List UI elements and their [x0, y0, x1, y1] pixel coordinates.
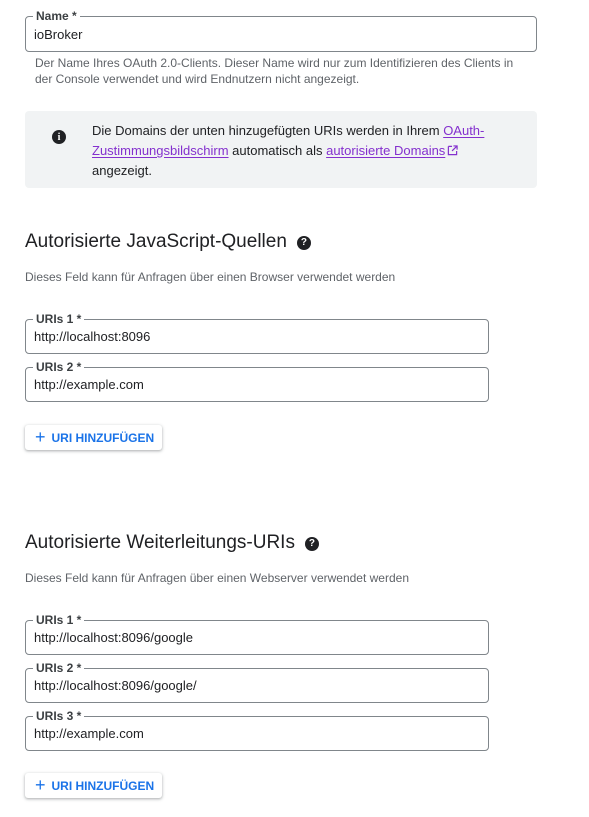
js-origins-title: Autorisierte JavaScript-Quellen?: [25, 230, 311, 254]
add-js-uri-label: URI HINZUFÜGEN: [51, 430, 155, 445]
plus-icon: +: [35, 427, 46, 447]
add-redirect-uri-label: URI HINZUFÜGEN: [51, 778, 155, 793]
js-uri-input-2[interactable]: [34, 368, 450, 401]
info-text-after: angezeigt.: [92, 163, 152, 178]
plus-icon: +: [35, 775, 46, 795]
redirect-uris-title-text: Autorisierte Weiterleitungs-URIs: [25, 532, 295, 553]
redirect-uri-input-1[interactable]: [34, 621, 450, 654]
redirect-uris-title: Autorisierte Weiterleitungs-URIs?: [25, 531, 319, 555]
external-link-icon: [448, 145, 458, 156]
authorized-domains-link[interactable]: autorisierte Domains: [326, 143, 458, 158]
info-text-before: Die Domains der unten hinzugefügten URIs…: [92, 123, 444, 138]
name-hint: Der Name Ihres OAuth 2.0-Clients. Dieser…: [35, 56, 514, 86]
help-icon[interactable]: ?: [296, 236, 311, 250]
add-js-uri-button[interactable]: + URI HINZUFÜGEN: [25, 425, 163, 450]
redirect-uri-field-3[interactable]: URIs 3 *: [25, 709, 489, 751]
redirect-uri-field-1[interactable]: URIs 1 *: [25, 613, 489, 655]
redirect-uri-input-2[interactable]: [34, 669, 450, 702]
redirect-uri-field-2[interactable]: URIs 2 *: [25, 661, 489, 703]
js-origins-description: Dieses Feld kann für Anfragen über einen…: [25, 270, 396, 284]
add-redirect-uri-button[interactable]: + URI HINZUFÜGEN: [25, 773, 163, 798]
redirect-uris-description: Dieses Feld kann für Anfragen über einen…: [25, 571, 409, 585]
authorized-domains-link-label: autorisierte Domains: [326, 143, 446, 158]
info-text: Die Domains der unten hinzugefügten URIs…: [92, 121, 512, 181]
name-input[interactable]: [34, 17, 493, 51]
js-uri-field-1[interactable]: URIs 1 *: [25, 312, 489, 354]
js-uri-input-1[interactable]: [34, 320, 450, 353]
info-text-middle: automatisch als: [228, 143, 327, 158]
help-icon[interactable]: ?: [304, 537, 319, 551]
name-field[interactable]: Name *: [25, 9, 537, 52]
js-origins-title-text: Autorisierte JavaScript-Quellen: [25, 231, 287, 252]
redirect-uri-input-3[interactable]: [34, 717, 450, 750]
js-uri-field-2[interactable]: URIs 2 *: [25, 360, 489, 402]
info-box: i Die Domains der unten hinzugefügten UR…: [25, 111, 537, 188]
info-icon: i: [52, 130, 66, 144]
